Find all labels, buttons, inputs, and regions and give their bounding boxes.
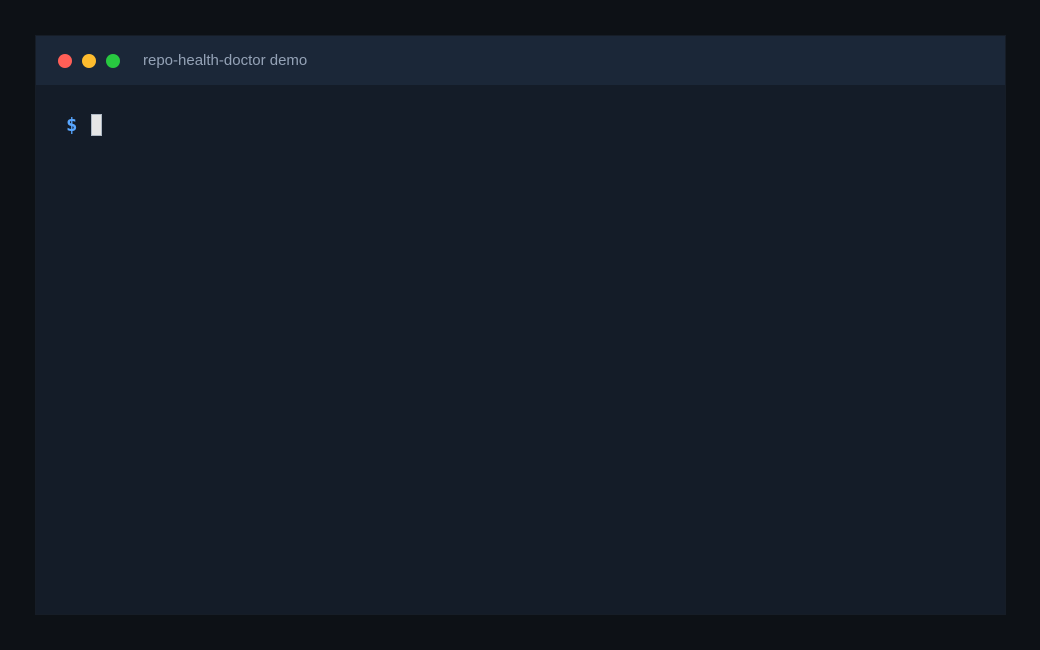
page-background: repo-health-doctor demo $ xyxy=(0,0,1040,650)
text-cursor xyxy=(91,114,103,136)
prompt-symbol: $ xyxy=(66,114,78,136)
terminal-window: repo-health-doctor demo $ xyxy=(36,36,1005,614)
zoom-window-button[interactable] xyxy=(106,54,120,68)
terminal-body[interactable]: $ xyxy=(36,85,1005,614)
title-bar: repo-health-doctor demo xyxy=(36,36,1005,85)
window-title: repo-health-doctor demo xyxy=(143,52,308,69)
close-window-button[interactable] xyxy=(58,54,72,68)
minimize-window-button[interactable] xyxy=(82,54,96,68)
prompt-line[interactable]: $ xyxy=(66,113,103,137)
